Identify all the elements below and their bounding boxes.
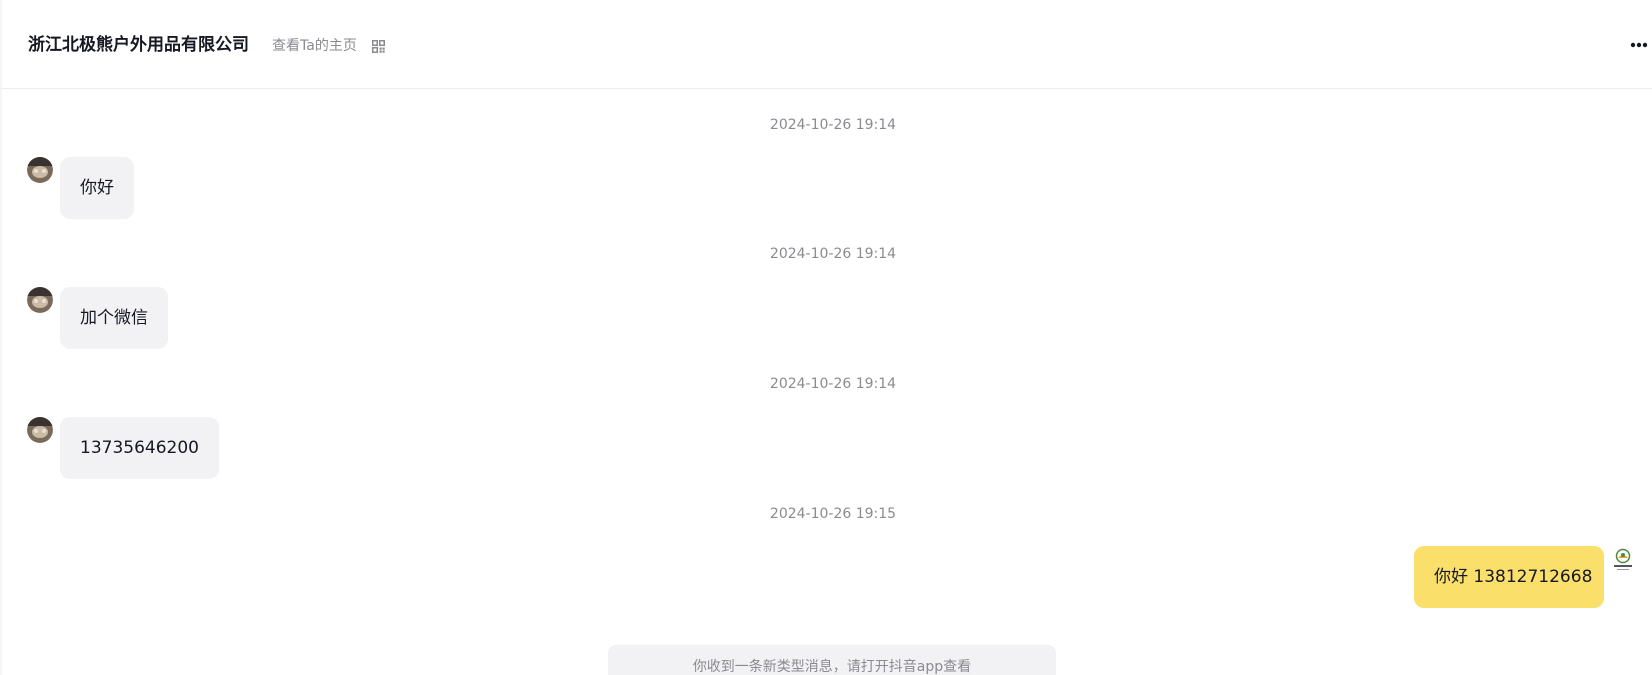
avatar-image-icon (27, 287, 53, 313)
qr-code-icon[interactable] (372, 40, 385, 53)
message-timestamp: 2024-10-26 19:14 (769, 246, 897, 262)
avatar-image-icon (27, 157, 53, 183)
incoming-message-bubble[interactable]: 你好 (60, 157, 134, 219)
view-profile-link[interactable]: 查看Ta的主页 (272, 36, 357, 56)
message-timestamp: 2024-10-26 19:15 (769, 506, 897, 522)
message-timestamp: 2024-10-26 19:14 (769, 376, 897, 392)
avatar-image-icon (27, 417, 53, 443)
chat-window: 浙江北极熊户外用品有限公司 查看Ta的主页 2024-10-26 19:14 你… (2, 0, 1652, 675)
chat-header: 浙江北极熊户外用品有限公司 查看Ta的主页 (2, 0, 1652, 89)
outgoing-message-bubble[interactable]: 你好 13812712668 (1414, 546, 1604, 608)
contact-avatar[interactable] (27, 157, 53, 183)
more-dots-icon[interactable] (1630, 40, 1648, 50)
incoming-message-bubble[interactable]: 加个微信 (60, 287, 168, 349)
message-timestamp: 2024-10-26 19:14 (769, 117, 897, 133)
contact-avatar[interactable] (27, 287, 53, 313)
chat-title: 浙江北极熊户外用品有限公司 (28, 35, 249, 55)
my-avatar-logo-icon (1614, 548, 1632, 570)
contact-avatar[interactable] (27, 417, 53, 443)
incoming-message-bubble[interactable]: 13735646200 (60, 417, 219, 479)
notice-text: 你收到一条新类型消息，请打开抖音app查看 (692, 659, 972, 675)
my-avatar[interactable] (1612, 548, 1634, 572)
new-message-type-notice: 你收到一条新类型消息，请打开抖音app查看 (608, 645, 1056, 675)
